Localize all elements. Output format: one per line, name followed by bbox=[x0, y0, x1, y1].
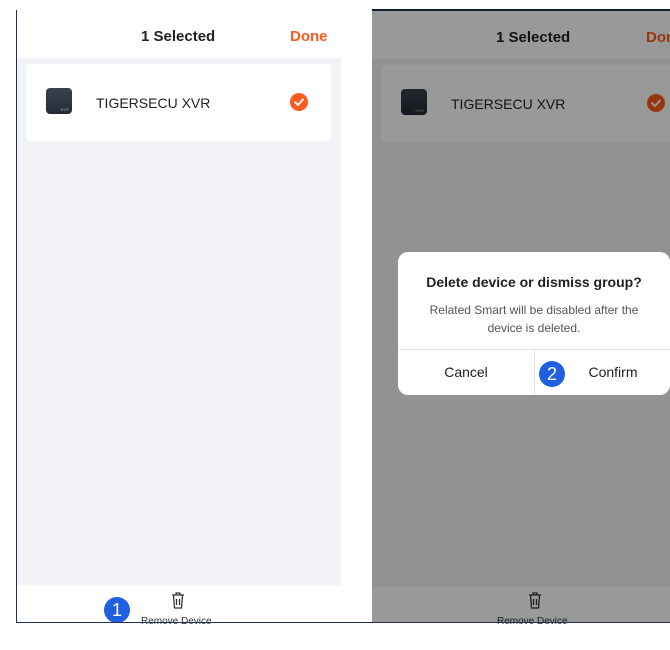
device-name: TIGERSECU XVR bbox=[96, 95, 211, 111]
dialog-message: Related Smart will be disabled after the… bbox=[429, 303, 639, 335]
frame-border bbox=[16, 622, 670, 623]
dialog-title: Delete device or dismiss group? bbox=[426, 274, 642, 290]
selected-checkmark-icon[interactable] bbox=[290, 93, 308, 111]
header: 1 Selected Done bbox=[17, 10, 341, 58]
trash-icon[interactable] bbox=[168, 590, 188, 610]
step-1-badge: 1 bbox=[104, 597, 130, 623]
left-screen: 1 Selected Done NVR TIGERSECU XVR bbox=[16, 10, 341, 622]
device-thumbnail: NVR bbox=[46, 88, 72, 114]
delete-confirm-dialog: Delete device or dismiss group? Related … bbox=[398, 252, 670, 395]
done-button[interactable]: Done bbox=[290, 28, 328, 45]
cancel-button[interactable]: Cancel bbox=[398, 350, 534, 395]
selection-count-title: 1 Selected bbox=[141, 28, 216, 45]
device-list-item[interactable]: NVR TIGERSECU XVR bbox=[26, 64, 331, 141]
step-2-badge: 2 bbox=[539, 361, 565, 387]
